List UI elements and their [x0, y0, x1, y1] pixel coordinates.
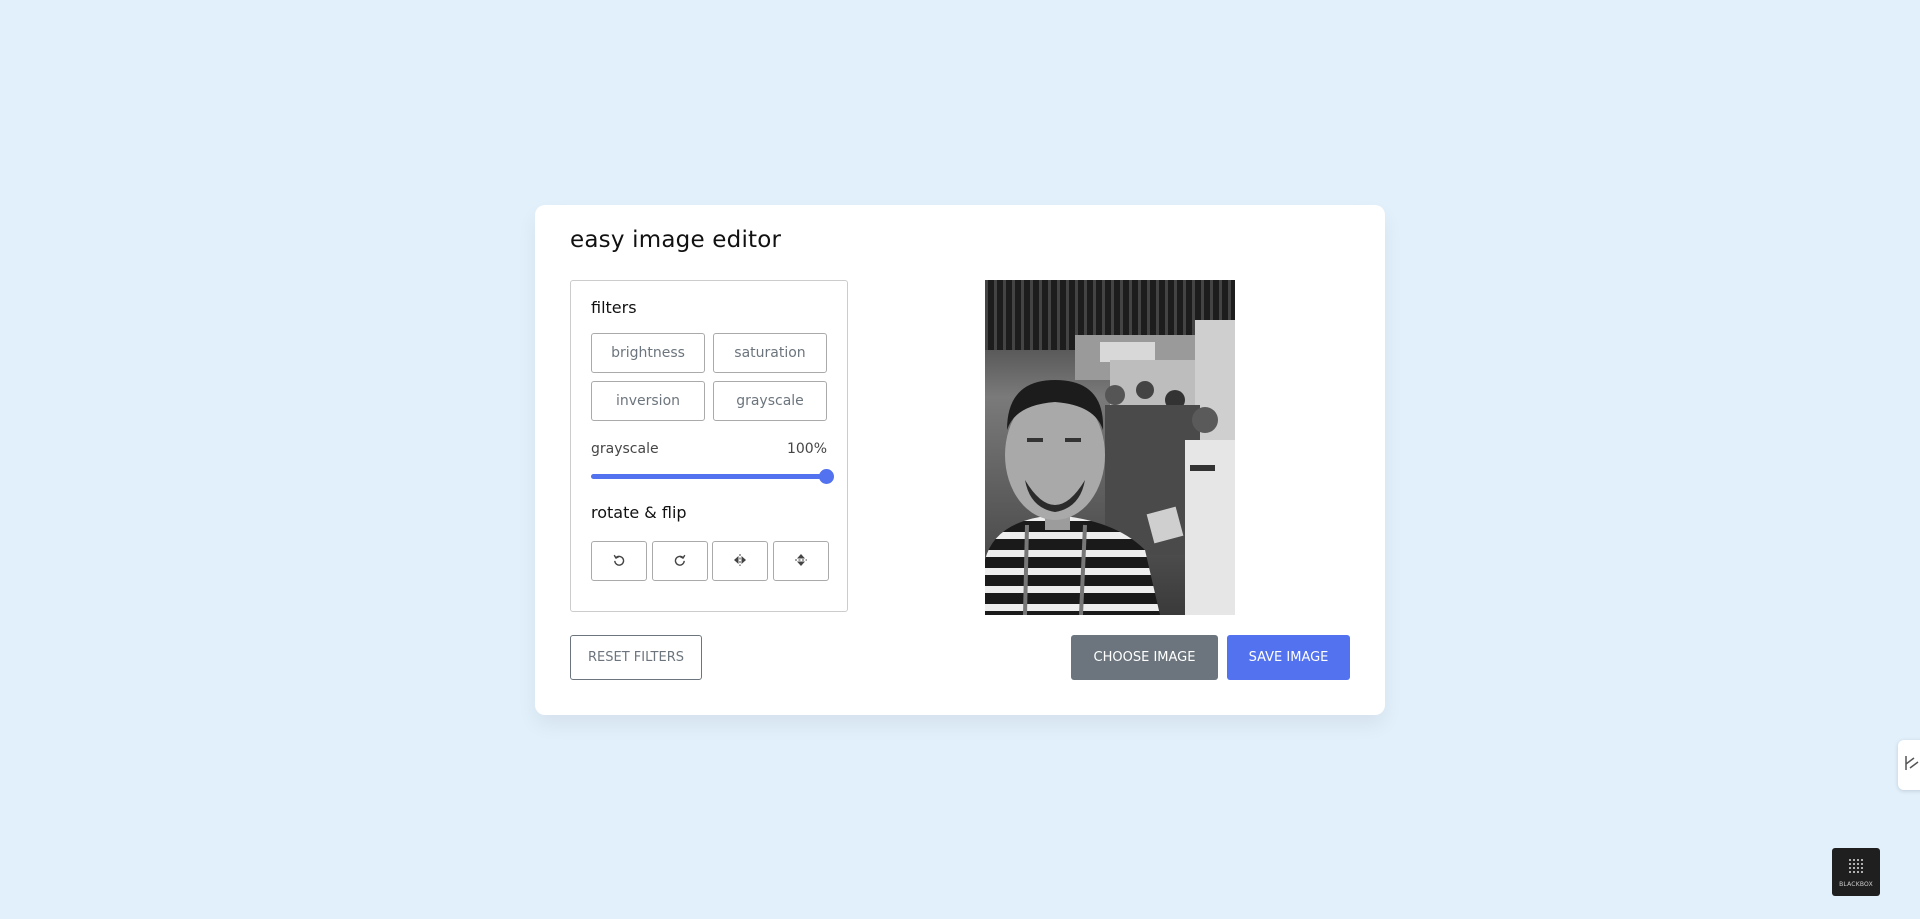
flip-horizontal-button[interactable] — [712, 541, 768, 581]
rotate-left-icon — [612, 553, 626, 570]
filter-brightness-button[interactable]: brightness — [591, 333, 705, 373]
side-extension-tab[interactable] — [1898, 740, 1920, 790]
flip-vertical-icon — [794, 552, 808, 571]
flip-vertical-button[interactable] — [773, 541, 829, 581]
preview-photo — [985, 280, 1235, 615]
rotate-right-icon — [673, 553, 687, 570]
rotate-left-button[interactable] — [591, 541, 647, 581]
filter-slider[interactable] — [591, 469, 834, 484]
blackbox-label: BLACKBOX — [1839, 881, 1873, 888]
slider-value: 100% — [786, 441, 827, 457]
filter-inversion-button[interactable]: inversion — [591, 381, 705, 421]
editor-card: easy image editor filters brightness sat… — [535, 205, 1385, 715]
slider-filter-name: grayscale — [591, 441, 659, 457]
blackbox-badge[interactable]: BLACKBOX — [1832, 848, 1880, 896]
slider-fill — [591, 474, 827, 479]
filters-heading: filters — [591, 298, 637, 317]
slider-thumb[interactable] — [819, 469, 834, 484]
reset-filters-button[interactable]: Reset Filters — [570, 635, 702, 680]
editor-panel: filters brightness saturation inversion … — [570, 280, 848, 612]
image-preview — [985, 280, 1235, 615]
blackbox-logo-icon — [1846, 856, 1866, 880]
slider-info: grayscale 100% — [591, 441, 827, 457]
flip-horizontal-icon — [732, 553, 748, 570]
save-image-button[interactable]: Save Image — [1227, 635, 1350, 680]
rotate-right-button[interactable] — [652, 541, 708, 581]
extension-icon — [1904, 754, 1920, 776]
filter-saturation-button[interactable]: saturation — [713, 333, 827, 373]
rotate-flip-heading: rotate & flip — [591, 503, 687, 522]
filter-grayscale-button[interactable]: grayscale — [713, 381, 827, 421]
choose-image-button[interactable]: Choose Image — [1071, 635, 1218, 680]
app-title: easy image editor — [570, 227, 782, 253]
